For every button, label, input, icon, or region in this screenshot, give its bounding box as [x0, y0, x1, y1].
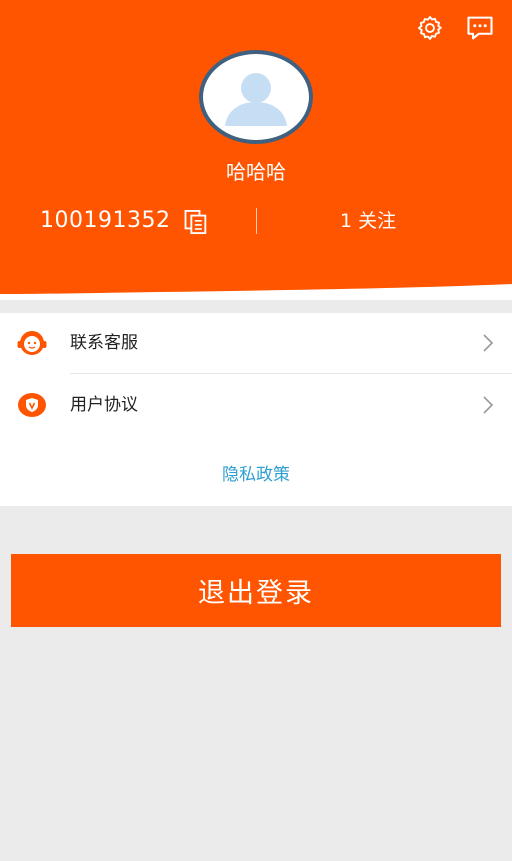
copy-icon	[184, 209, 207, 235]
chevron-right-icon	[483, 334, 494, 352]
messages-button[interactable]	[464, 12, 496, 44]
logout-button[interactable]: 退出登录	[11, 554, 501, 627]
agreement-icon	[18, 393, 46, 417]
settings-button[interactable]	[414, 12, 446, 44]
nickname: 哈哈哈	[226, 160, 286, 184]
menu-item-label: 联系客服	[70, 333, 138, 353]
gear-icon	[417, 15, 442, 41]
menu-card: 联系客服 用户协议 隐私政策	[0, 313, 512, 506]
menu-item-label: 用户协议	[70, 395, 138, 415]
stats-divider	[256, 208, 257, 234]
menu-item-customer-service[interactable]: 联系客服	[0, 313, 512, 373]
chevron-right-icon	[483, 396, 494, 414]
privacy-policy-link[interactable]: 隐私政策	[0, 461, 512, 489]
profile-header: 哈哈哈 100191352 1 关注	[0, 0, 512, 300]
default-avatar-icon	[225, 73, 287, 126]
chat-bubble-icon	[467, 16, 493, 40]
menu-item-user-agreement[interactable]: 用户协议	[0, 375, 512, 435]
customer-service-icon	[17, 331, 47, 355]
avatar[interactable]	[199, 50, 313, 144]
user-id: 100191352	[40, 208, 171, 233]
follow-count[interactable]: 1 关注	[340, 206, 396, 236]
header-wave	[0, 280, 512, 300]
menu-divider	[70, 373, 512, 374]
copy-id-button[interactable]	[182, 208, 210, 236]
